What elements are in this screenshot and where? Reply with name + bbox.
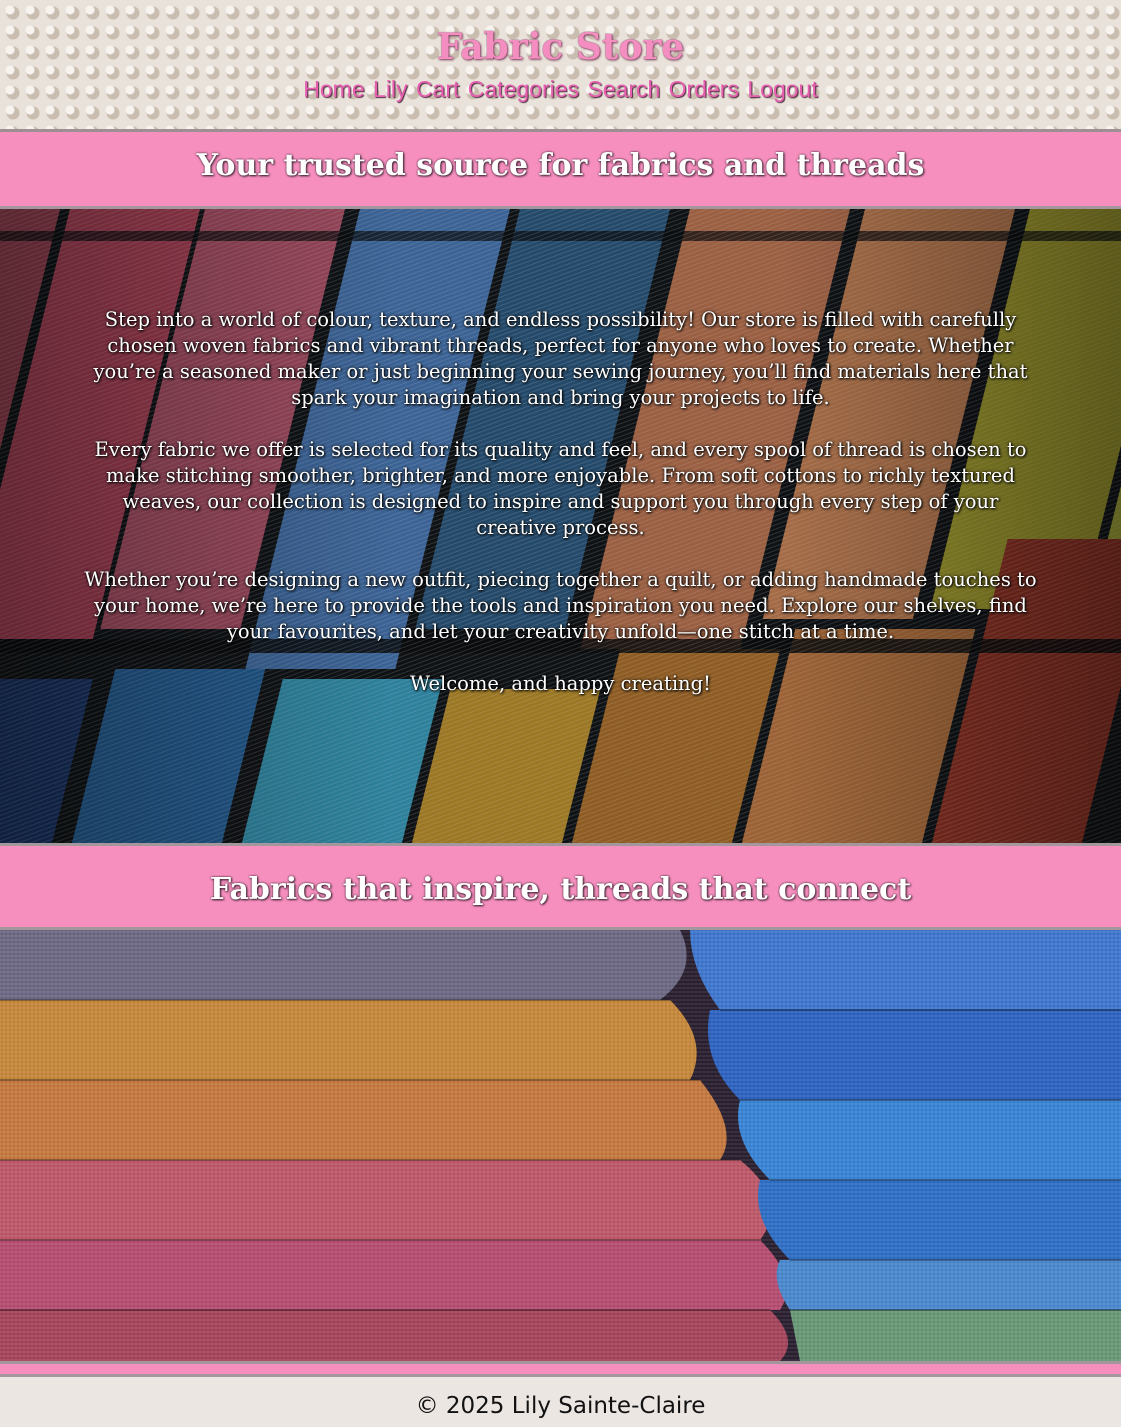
nav-logout-link[interactable]: Logout [747,76,817,102]
nav-categories-link[interactable]: Categories [468,76,579,102]
main-nav: Home Lily Cart Categories Search Orders … [0,76,1121,103]
thread-spools-hero: Step into a world of colour, texture, an… [0,209,1121,843]
nav-orders-link[interactable]: Orders [669,76,739,102]
folded-fabrics-image [0,930,1121,1361]
fabric-stacks-illustration [0,930,1121,1361]
intro-paragraph: Step into a world of colour, texture, an… [93,308,1028,409]
copyright-text: © 2025 Lily Sainte-Claire [415,1393,706,1419]
nav-home-link[interactable]: Home [303,76,364,102]
welcome-paragraph: Welcome, and happy creating! [410,672,711,695]
site-footer: © 2025 Lily Sainte-Claire [0,1377,1121,1427]
site-header: Fabric Store Home Lily Cart Categories S… [0,0,1121,129]
nav-search-link[interactable]: Search [587,76,660,102]
slogan-banner: Fabrics that inspire, threads that conne… [0,843,1121,930]
nav-cart-link[interactable]: Cart [416,76,459,102]
tagline-banner: Your trusted source for fabrics and thre… [0,132,1121,209]
slogan-heading: Fabrics that inspire, threads that conne… [209,872,912,907]
nav-profile-link[interactable]: Lily [373,76,408,102]
inspiration-paragraph: Whether you’re designing a new outfit, p… [84,568,1037,643]
footer-divider [0,1361,1121,1377]
tagline-heading: Your trusted source for fabrics and thre… [196,148,925,183]
welcome-text: Step into a world of colour, texture, an… [80,307,1041,723]
quality-paragraph: Every fabric we offer is selected for it… [94,438,1027,539]
site-title[interactable]: Fabric Store [0,26,1121,68]
